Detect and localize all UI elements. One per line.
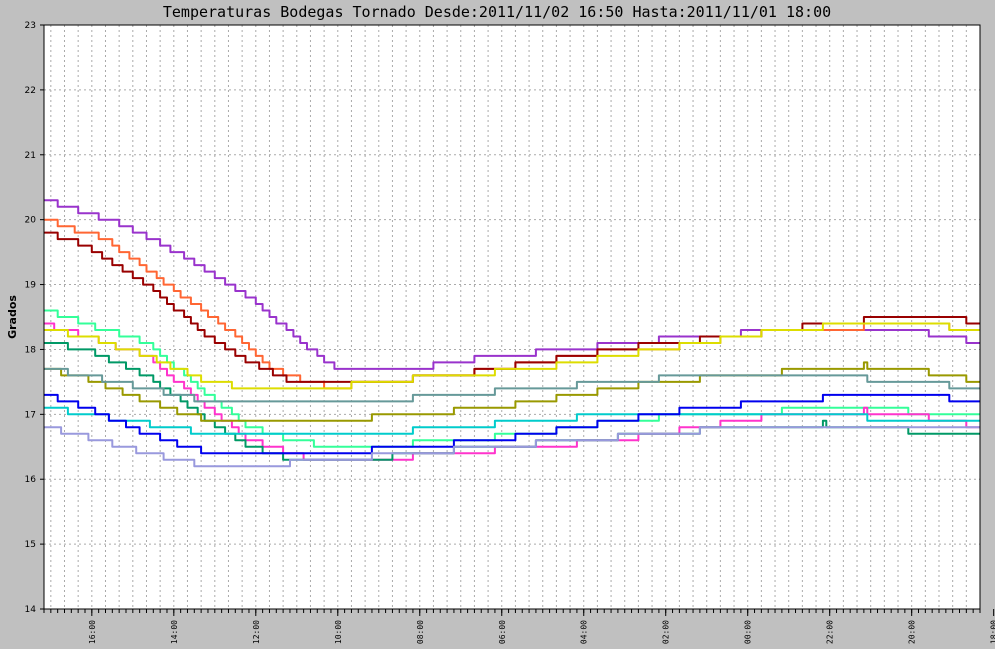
y-tick-label: 14 — [25, 605, 37, 615]
x-tick-label: 14:00 — [170, 620, 179, 644]
chart-title: Temperaturas Bodegas Tornado Desde:2011/… — [163, 3, 831, 21]
x-tick-label: 16:00 — [88, 620, 97, 644]
temperature-line-chart: Temperaturas Bodegas Tornado Desde:2011/… — [0, 0, 995, 649]
y-tick-label: 19 — [25, 281, 37, 291]
x-tick-label: 08:00 — [416, 620, 425, 644]
x-tick-label: 00:00 — [744, 620, 753, 644]
x-tick-label: 18:00 — [990, 620, 995, 644]
y-tick-label: 17 — [25, 410, 36, 420]
x-tick-label: 10:00 — [334, 620, 343, 644]
y-tick-label: 16 — [25, 475, 37, 485]
y-tick-label: 22 — [25, 86, 36, 96]
y-axis-label: Grados — [6, 295, 19, 339]
y-tick-label: 18 — [25, 345, 37, 355]
y-tick-label: 21 — [25, 151, 36, 161]
y-tick-label: 20 — [25, 216, 37, 226]
y-tick-label: 23 — [25, 21, 36, 31]
x-tick-label: 06:00 — [498, 620, 507, 644]
x-tick-label: 20:00 — [908, 620, 917, 644]
x-tick-label: 22:00 — [826, 620, 835, 644]
x-tick-label: 02:00 — [662, 620, 671, 644]
x-tick-label: 04:00 — [580, 620, 589, 644]
y-tick-label: 15 — [25, 540, 36, 550]
x-tick-label: 12:00 — [252, 620, 261, 644]
